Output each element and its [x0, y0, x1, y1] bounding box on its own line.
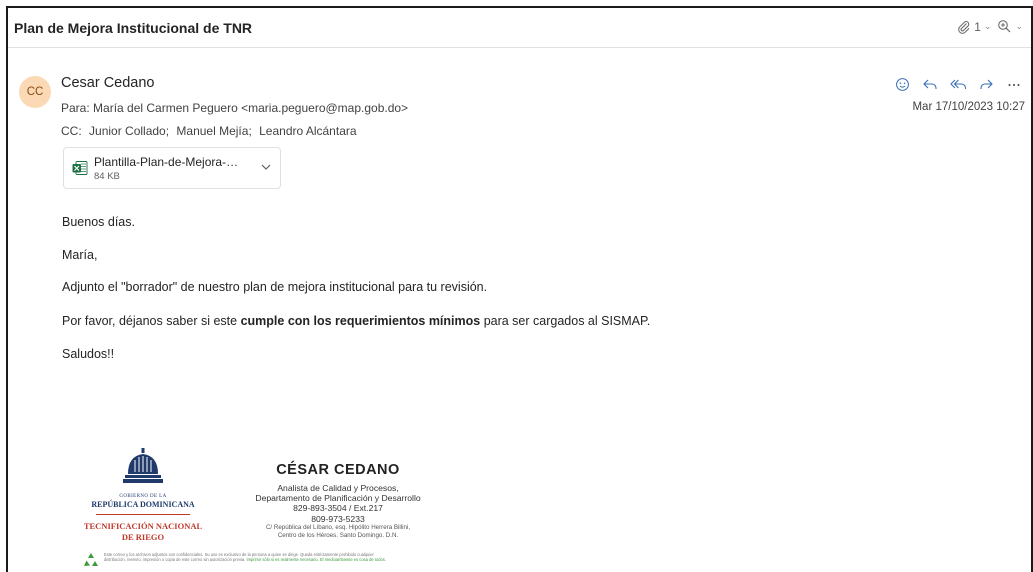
subject-bar: Plan de Mejora Institucional de TNR 1 ⌄ … [8, 8, 1031, 48]
cc-label: CC: [61, 124, 82, 138]
more-actions-button[interactable] [1005, 75, 1023, 93]
emoji-react-button[interactable] [893, 75, 911, 93]
paperclip-icon [958, 20, 970, 34]
signature-address-2: Centro de los Héroes. Santo Domingo. D.N… [277, 532, 399, 539]
attachment-name: Plantilla-Plan-de-Mejora-Vin... [94, 154, 244, 169]
logo-republica: REPÚBLICA DOMINICANA [91, 500, 195, 509]
reply-button[interactable] [921, 75, 939, 93]
forward-icon [980, 79, 993, 89]
emblem-icon [123, 448, 163, 483]
to-label: Para: [61, 101, 90, 115]
sent-date: Mar 17/10/2023 10:27 [912, 101, 1025, 113]
body-paragraph-2: Por favor, déjanos saber si este cumple … [62, 314, 650, 328]
reply-all-icon [949, 79, 966, 89]
cc-recipient[interactable]: Manuel Mejía; [176, 124, 251, 138]
logo-tecnificacion: TECNIFICACIÓN NACIONAL [83, 521, 203, 531]
reply-all-button[interactable] [949, 75, 967, 93]
body-greeting: Buenos días. [62, 215, 135, 229]
attachment-size: 84 KB [94, 170, 120, 182]
emoji-icon [895, 77, 909, 91]
sender-avatar[interactable]: CC [19, 76, 51, 108]
to-line: Para: María del Carmen Peguero <maria.pe… [61, 101, 408, 115]
chevron-down-icon: ⌄ [983, 21, 992, 31]
email-signature: GOBIERNO DE LA REPÚBLICA DOMINICANA TECN… [78, 444, 498, 572]
signature-department: Departamento de Planificación y Desarrol… [255, 493, 421, 503]
attachment-count: 1 [974, 19, 981, 34]
chevron-down-icon[interactable] [260, 161, 272, 173]
body-paragraph-2-start: Por favor, déjanos saber si este [62, 314, 241, 328]
email-subject: Plan de Mejora Institucional de TNR [14, 19, 253, 36]
signature-title: Analista de Calidad y Procesos, [277, 483, 399, 493]
recycle-icon [84, 553, 98, 566]
attachment-card[interactable]: Plantilla-Plan-de-Mejora-Vin... 84 KB [63, 147, 281, 189]
attachment-text: Plantilla-Plan-de-Mejora-Vin... 84 KB [94, 155, 244, 182]
body-paragraph-2-bold: cumple con los requerimientos mínimos [240, 314, 481, 328]
signature-phone-2: 809-973-5233 [311, 514, 365, 524]
email-reading-pane: Plan de Mejora Institucional de TNR 1 ⌄ … [6, 6, 1033, 572]
body-closing: Saludos!! [62, 347, 115, 361]
zoom-menu[interactable]: ⌄ [997, 19, 1023, 34]
reply-icon [923, 79, 937, 89]
zoom-icon [998, 20, 1011, 33]
cc-recipient[interactable]: Junior Collado; [89, 124, 169, 138]
sender-name[interactable]: Cesar Cedano [61, 75, 155, 91]
cc-line: CC: Junior Collado; Manuel Mejía; Leandr… [61, 124, 357, 138]
more-icon [1008, 84, 1020, 86]
attachments-menu[interactable]: 1 ⌄ [957, 20, 991, 34]
body-paragraph-2-end: para ser cargados al SISMAP. [480, 314, 651, 328]
disclaimer-eco: Imprimir sólo si es realmente necesario.… [246, 557, 386, 562]
body-name-line: María, [62, 248, 98, 262]
to-recipient[interactable]: María del Carmen Peguero <maria.peguero@… [93, 101, 408, 115]
signature-name: CÉSAR CEDANO [276, 462, 400, 478]
logo-de-riego: DE RIEGO [121, 532, 165, 542]
signature-disclaimer: Este correo y los archivos adjuntos son … [104, 552, 474, 562]
logo-gobierno: GOBIERNO DE LA [119, 494, 167, 499]
cc-recipient[interactable]: Leandro Alcántara [259, 124, 356, 138]
subject-tools: 1 ⌄ ⌄ [957, 19, 1023, 34]
disclaimer-line-2: distribución, reenvío, impresión o copia… [104, 557, 247, 562]
forward-button[interactable] [977, 75, 995, 93]
excel-icon [72, 161, 88, 175]
message-actions [893, 75, 1023, 93]
chevron-down-icon: ⌄ [1015, 21, 1023, 31]
body-paragraph-1: Adjunto el "borrador" de nuestro plan de… [62, 280, 488, 294]
signature-address-1: C/ República del Líbano, esq. Hipólito H… [265, 524, 411, 531]
logo-divider [96, 514, 190, 515]
signature-phone-1: 829-893-3504 / Ext.217 [293, 503, 383, 513]
